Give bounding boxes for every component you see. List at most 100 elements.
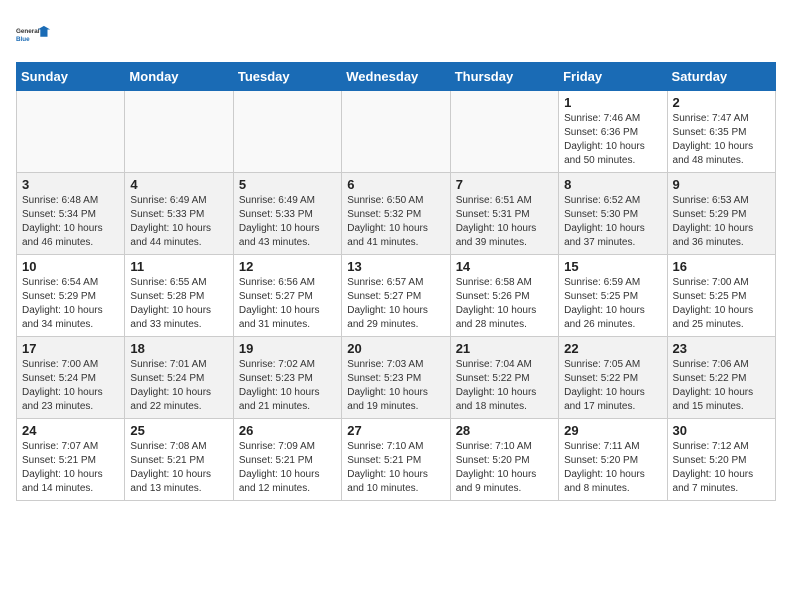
calendar-table: SundayMondayTuesdayWednesdayThursdayFrid… — [16, 62, 776, 501]
calendar-cell: 21 Sunrise: 7:04 AM Sunset: 5:22 PM Dayli… — [450, 337, 558, 419]
day-info: Sunrise: 7:01 AM Sunset: 5:24 PM Dayligh… — [130, 358, 227, 414]
day-number: 3 — [22, 177, 119, 192]
day-info: Sunrise: 7:00 AM Sunset: 5:25 PM Dayligh… — [673, 276, 770, 332]
calendar-cell: 18 Sunrise: 7:01 AM Sunset: 5:24 PM Dayli… — [125, 337, 233, 419]
day-number: 6 — [347, 177, 444, 192]
calendar-cell: 24 Sunrise: 7:07 AM Sunset: 5:21 PM Dayli… — [17, 419, 125, 501]
day-number: 1 — [564, 95, 661, 110]
calendar-cell: 9 Sunrise: 6:53 AM Sunset: 5:29 PM Daylig… — [667, 173, 775, 255]
day-number: 30 — [673, 423, 770, 438]
day-info: Sunrise: 7:46 AM Sunset: 6:36 PM Dayligh… — [564, 112, 661, 168]
day-info: Sunrise: 6:50 AM Sunset: 5:32 PM Dayligh… — [347, 194, 444, 250]
calendar-cell: 5 Sunrise: 6:49 AM Sunset: 5:33 PM Daylig… — [233, 173, 341, 255]
day-info: Sunrise: 7:10 AM Sunset: 5:21 PM Dayligh… — [347, 440, 444, 496]
weekday-header-friday: Friday — [559, 63, 667, 91]
calendar-cell: 16 Sunrise: 7:00 AM Sunset: 5:25 PM Dayli… — [667, 255, 775, 337]
calendar-cell: 2 Sunrise: 7:47 AM Sunset: 6:35 PM Daylig… — [667, 91, 775, 173]
day-info: Sunrise: 6:58 AM Sunset: 5:26 PM Dayligh… — [456, 276, 553, 332]
day-info: Sunrise: 6:54 AM Sunset: 5:29 PM Dayligh… — [22, 276, 119, 332]
day-info: Sunrise: 7:07 AM Sunset: 5:21 PM Dayligh… — [22, 440, 119, 496]
weekday-header-wednesday: Wednesday — [342, 63, 450, 91]
day-info: Sunrise: 6:51 AM Sunset: 5:31 PM Dayligh… — [456, 194, 553, 250]
calendar-cell: 3 Sunrise: 6:48 AM Sunset: 5:34 PM Daylig… — [17, 173, 125, 255]
day-info: Sunrise: 6:52 AM Sunset: 5:30 PM Dayligh… — [564, 194, 661, 250]
svg-text:General: General — [16, 28, 40, 35]
day-info: Sunrise: 7:06 AM Sunset: 5:22 PM Dayligh… — [673, 358, 770, 414]
day-number: 2 — [673, 95, 770, 110]
day-number: 21 — [456, 341, 553, 356]
calendar-cell: 17Sunrise: 7:00 AM Sunset: 5:24 PM Dayli… — [17, 337, 125, 419]
day-number: 19 — [239, 341, 336, 356]
weekday-header-tuesday: Tuesday — [233, 63, 341, 91]
page-header: GeneralBlue — [16, 16, 776, 52]
day-number: 11 — [130, 259, 227, 274]
day-number: 27 — [347, 423, 444, 438]
weekday-header-saturday: Saturday — [667, 63, 775, 91]
calendar-cell: 23Sunrise: 7:06 AM Sunset: 5:22 PM Dayli… — [667, 337, 775, 419]
day-info: Sunrise: 6:49 AM Sunset: 5:33 PM Dayligh… — [130, 194, 227, 250]
day-number: 18 — [130, 341, 227, 356]
day-info: Sunrise: 6:56 AM Sunset: 5:27 PM Dayligh… — [239, 276, 336, 332]
day-info: Sunrise: 6:53 AM Sunset: 5:29 PM Dayligh… — [673, 194, 770, 250]
calendar-cell: 28 Sunrise: 7:10 AM Sunset: 5:20 PM Dayli… — [450, 419, 558, 501]
calendar-cell: 7 Sunrise: 6:51 AM Sunset: 5:31 PM Daylig… — [450, 173, 558, 255]
day-number: 25 — [130, 423, 227, 438]
day-info: Sunrise: 7:02 AM Sunset: 5:23 PM Dayligh… — [239, 358, 336, 414]
day-number: 13 — [347, 259, 444, 274]
day-number: 4 — [130, 177, 227, 192]
calendar-cell: 30Sunrise: 7:12 AM Sunset: 5:20 PM Dayli… — [667, 419, 775, 501]
day-number: 16 — [673, 259, 770, 274]
day-number: 28 — [456, 423, 553, 438]
calendar-cell: 14 Sunrise: 6:58 AM Sunset: 5:26 PM Dayli… — [450, 255, 558, 337]
calendar-cell: 27 Sunrise: 7:10 AM Sunset: 5:21 PM Dayli… — [342, 419, 450, 501]
day-number: 5 — [239, 177, 336, 192]
calendar-cell: 12 Sunrise: 6:56 AM Sunset: 5:27 PM Dayli… — [233, 255, 341, 337]
day-info: Sunrise: 6:48 AM Sunset: 5:34 PM Dayligh… — [22, 194, 119, 250]
calendar-cell: 25Sunrise: 7:08 AM Sunset: 5:21 PM Dayli… — [125, 419, 233, 501]
calendar-cell: 13Sunrise: 6:57 AM Sunset: 5:27 PM Dayli… — [342, 255, 450, 337]
calendar-cell: 26 Sunrise: 7:09 AM Sunset: 5:21 PM Dayli… — [233, 419, 341, 501]
day-info: Sunrise: 7:05 AM Sunset: 5:22 PM Dayligh… — [564, 358, 661, 414]
day-info: Sunrise: 6:59 AM Sunset: 5:25 PM Dayligh… — [564, 276, 661, 332]
day-info: Sunrise: 7:09 AM Sunset: 5:21 PM Dayligh… — [239, 440, 336, 496]
day-number: 7 — [456, 177, 553, 192]
calendar-cell — [125, 91, 233, 173]
day-info: Sunrise: 7:00 AM Sunset: 5:24 PM Dayligh… — [22, 358, 119, 414]
day-number: 10 — [22, 259, 119, 274]
day-info: Sunrise: 7:47 AM Sunset: 6:35 PM Dayligh… — [673, 112, 770, 168]
day-number: 8 — [564, 177, 661, 192]
day-number: 24 — [22, 423, 119, 438]
day-info: Sunrise: 6:49 AM Sunset: 5:33 PM Dayligh… — [239, 194, 336, 250]
day-number: 26 — [239, 423, 336, 438]
day-number: 22 — [564, 341, 661, 356]
day-info: Sunrise: 7:04 AM Sunset: 5:22 PM Dayligh… — [456, 358, 553, 414]
calendar-cell — [233, 91, 341, 173]
day-number: 9 — [673, 177, 770, 192]
weekday-header-thursday: Thursday — [450, 63, 558, 91]
day-number: 14 — [456, 259, 553, 274]
calendar-cell: 15 Sunrise: 6:59 AM Sunset: 5:25 PM Dayli… — [559, 255, 667, 337]
day-info: Sunrise: 7:03 AM Sunset: 5:23 PM Dayligh… — [347, 358, 444, 414]
calendar-cell: 1 Sunrise: 7:46 AM Sunset: 6:36 PM Daylig… — [559, 91, 667, 173]
day-number: 29 — [564, 423, 661, 438]
calendar-cell — [450, 91, 558, 173]
calendar-cell: 20 Sunrise: 7:03 AM Sunset: 5:23 PM Dayli… — [342, 337, 450, 419]
calendar-cell: 11 Sunrise: 6:55 AM Sunset: 5:28 PM Dayli… — [125, 255, 233, 337]
day-info: Sunrise: 7:11 AM Sunset: 5:20 PM Dayligh… — [564, 440, 661, 496]
calendar-cell: 10 Sunrise: 6:54 AM Sunset: 5:29 PM Dayli… — [17, 255, 125, 337]
calendar-cell: 8 Sunrise: 6:52 AM Sunset: 5:30 PM Daylig… — [559, 173, 667, 255]
logo-icon: GeneralBlue — [16, 16, 52, 52]
logo: GeneralBlue — [16, 16, 52, 52]
calendar-cell: 19 Sunrise: 7:02 AM Sunset: 5:23 PM Dayli… — [233, 337, 341, 419]
calendar-cell: 6 Sunrise: 6:50 AM Sunset: 5:32 PM Daylig… — [342, 173, 450, 255]
day-number: 20 — [347, 341, 444, 356]
calendar-cell — [342, 91, 450, 173]
day-info: Sunrise: 7:10 AM Sunset: 5:20 PM Dayligh… — [456, 440, 553, 496]
weekday-header-sunday: Sunday — [17, 63, 125, 91]
day-number: 15 — [564, 259, 661, 274]
day-number: 12 — [239, 259, 336, 274]
calendar-cell: 22 Sunrise: 7:05 AM Sunset: 5:22 PM Dayli… — [559, 337, 667, 419]
calendar-cell — [17, 91, 125, 173]
day-info: Sunrise: 6:55 AM Sunset: 5:28 PM Dayligh… — [130, 276, 227, 332]
calendar-cell: 29 Sunrise: 7:11 AM Sunset: 5:20 PM Dayli… — [559, 419, 667, 501]
